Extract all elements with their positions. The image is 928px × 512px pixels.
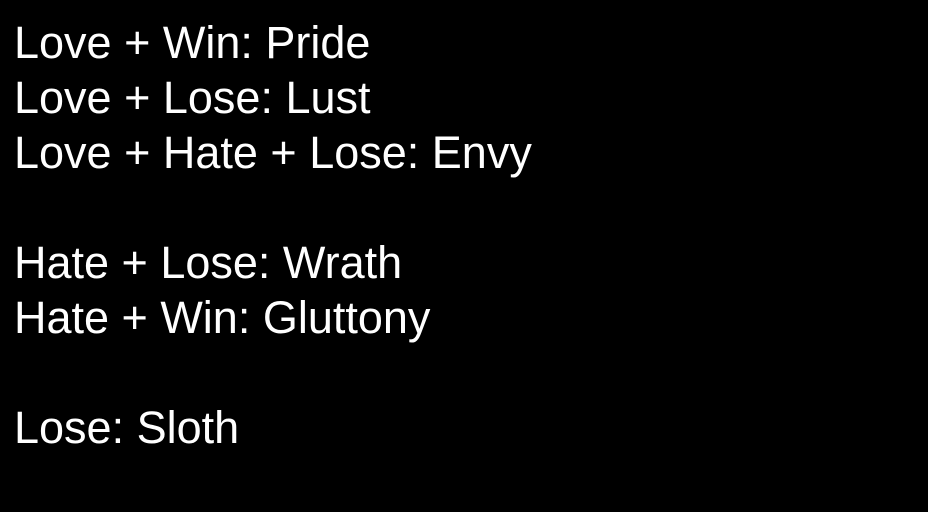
hate-group: Hate + Lose: Wrath Hate + Win: Gluttony bbox=[14, 235, 928, 345]
text-line-hate-win: Hate + Win: Gluttony bbox=[14, 292, 431, 343]
lose-group: Lose: Sloth bbox=[14, 400, 928, 455]
text-line-love-win: Love + Win: Pride bbox=[14, 17, 371, 68]
text-line-lose: Lose: Sloth bbox=[14, 402, 240, 453]
text-line-love-hate-lose: Love + Hate + Lose: Envy bbox=[14, 127, 532, 178]
text-line-hate-lose: Hate + Lose: Wrath bbox=[14, 237, 403, 288]
love-group: Love + Win: Pride Love + Lose: Lust Love… bbox=[14, 15, 928, 180]
text-canvas: Love + Win: Pride Love + Lose: Lust Love… bbox=[0, 0, 928, 512]
text-line-love-lose: Love + Lose: Lust bbox=[14, 72, 371, 123]
